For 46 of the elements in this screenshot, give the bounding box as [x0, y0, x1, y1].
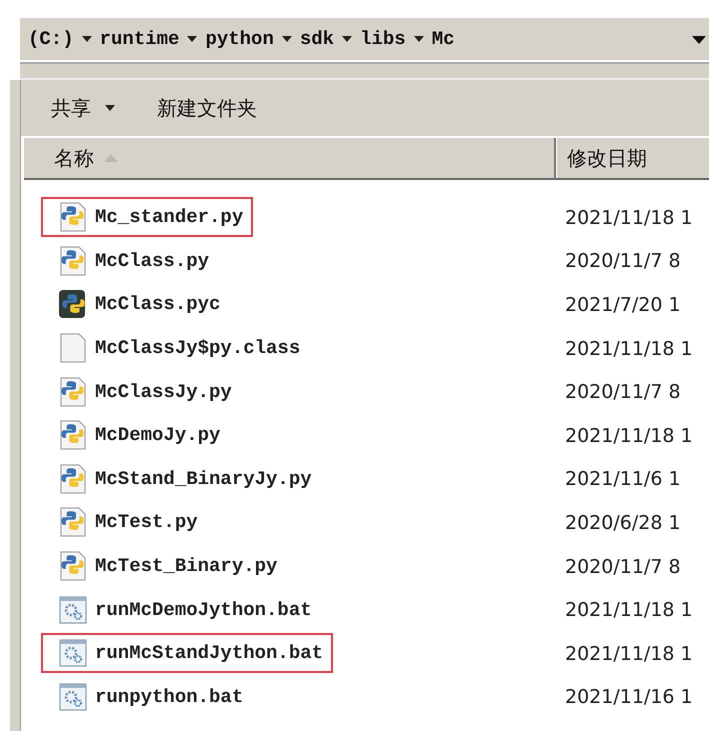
modified-date: 2021/11/6 1 — [565, 468, 681, 490]
modified-date: 2021/11/16 1 — [565, 686, 693, 708]
modified-date: 2020/6/28 1 — [565, 512, 681, 534]
breadcrumb-segment[interactable]: (C:) — [28, 28, 74, 50]
file-name[interactable]: runMcDemoJython.bat — [95, 598, 312, 621]
file-name[interactable]: McTest.py — [95, 511, 198, 534]
breadcrumb-arrow-icon — [342, 36, 352, 42]
file-name[interactable]: McDemoJy.py — [95, 424, 220, 446]
modified-date: 2021/11/18 1 — [565, 424, 693, 447]
breadcrumb-segment[interactable]: sdk — [300, 28, 334, 50]
sort-arrow-icon — [104, 154, 118, 162]
modified-date: 2021/11/18 1 — [565, 642, 693, 665]
file-name[interactable]: McClass.pyc — [95, 293, 220, 316]
breadcrumb-segment[interactable]: libs — [360, 28, 406, 50]
file-name[interactable]: McTest_Binary.py — [95, 555, 278, 578]
file-name[interactable]: McStand_BinaryJy.py — [95, 468, 312, 490]
breadcrumb-arrow-icon — [187, 36, 198, 42]
breadcrumb-arrow-icon — [82, 36, 92, 42]
address-bar[interactable]: (C:) runtime python sdk libs Mc — [20, 18, 709, 62]
file-name[interactable]: runMcStandJython.bat — [95, 642, 324, 664]
gear-file-icon — [57, 637, 89, 670]
file-name[interactable]: McClass.py — [95, 250, 210, 272]
file-name[interactable]: Mc_stander.py — [95, 206, 244, 228]
modified-date: 2020/11/7 8 — [565, 381, 681, 404]
breadcrumb-segment[interactable]: runtime — [100, 28, 180, 50]
breadcrumb-arrow-icon — [414, 36, 424, 42]
modified-date: 2021/11/18 1 — [565, 338, 693, 360]
modified-date: 2021/7/20 1 — [565, 294, 681, 316]
toolbar-button[interactable]: 新建文件夹 — [147, 90, 267, 126]
file-name[interactable]: McClassJy.py — [95, 380, 232, 403]
dropdown-arrow-icon[interactable] — [692, 36, 706, 44]
breadcrumb-arrow-icon — [282, 36, 292, 42]
toolbar-button[interactable]: 共享 — [41, 90, 125, 126]
modified-date: 2021/11/18 1 — [565, 206, 693, 229]
column-header[interactable]: 修改日期 — [556, 138, 709, 178]
dropdown-caret-icon — [105, 105, 115, 111]
breadcrumb-segment[interactable]: Mc — [432, 28, 454, 50]
modified-date: 2020/11/7 8 — [565, 250, 681, 272]
gear-file-icon — [57, 594, 89, 626]
column-header[interactable]: 名称 — [24, 138, 556, 178]
file-name[interactable]: runpython.bat — [95, 686, 244, 708]
modified-date: 2021/11/18 1 — [565, 599, 693, 622]
gear-file-icon — [57, 680, 89, 713]
modified-date: 2020/11/7 8 — [565, 556, 681, 578]
file-name[interactable]: McClassJy$py.class — [95, 337, 300, 360]
breadcrumb-segment[interactable]: python — [205, 28, 274, 50]
